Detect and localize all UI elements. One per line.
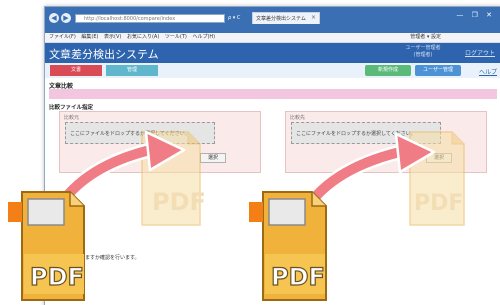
- source-file-pane: 比較元 ここにファイルをドロップするか選択してください。 選択: [59, 111, 261, 173]
- browser-window: ◀ ▶ http://localhost:8000/compare/index …: [44, 6, 500, 305]
- target-pane-label: 比較先: [290, 115, 306, 121]
- source-select-button[interactable]: 選択: [200, 153, 226, 163]
- menu-file[interactable]: ファイル(F): [49, 33, 76, 42]
- user-info: ユーザー管理者 (管理者): [393, 45, 453, 60]
- app-title: 文章差分検出システム: [49, 48, 159, 61]
- nav-tab-documents[interactable]: 文書: [50, 65, 102, 76]
- address-controls[interactable]: ρ ▾ C: [228, 14, 240, 23]
- menu-edit[interactable]: 編集(E): [81, 33, 98, 42]
- tab-close-icon[interactable]: ×: [311, 12, 316, 24]
- menubar-right[interactable]: 管理者 ▾ 設定: [410, 33, 441, 42]
- browser-tab[interactable]: 文章差分検出システム: [252, 12, 320, 24]
- help-link[interactable]: ヘルプ: [479, 67, 497, 76]
- target-file-pane: 比較先 ここにファイルをドロップするか選択してください。 選択: [285, 111, 487, 173]
- user-admin-button[interactable]: ユーザー管理: [415, 65, 461, 76]
- option-label: オプション: [49, 202, 75, 208]
- browser-titlebar: ◀ ▶ http://localhost:8000/compare/index …: [45, 7, 500, 33]
- window-controls[interactable]: — ❐ ✕: [456, 11, 495, 19]
- new-button[interactable]: 新規作成: [365, 65, 411, 76]
- user-name: ユーザー管理者: [405, 45, 441, 51]
- screenshot-stage: ◀ ▶ http://localhost:8000/compare/index …: [0, 0, 500, 305]
- menu-view[interactable]: 表示(V): [104, 33, 121, 42]
- app-nav: 文書 管理 新規作成 ユーザー管理 ヘルプ: [45, 63, 500, 79]
- menu-favorites[interactable]: お気に入り(A): [127, 33, 159, 42]
- nav-tab-admin[interactable]: 管理: [106, 65, 158, 76]
- target-drop-zone[interactable]: ここにファイルをドロップするか選択してください。: [291, 122, 441, 144]
- app-header: 文章差分検出システム ユーザー管理者 (管理者) ログアウト: [45, 43, 500, 63]
- run-confirm-text: 比較を実行しますか確認を行います。: [55, 255, 140, 261]
- user-role: (管理者): [413, 52, 433, 58]
- menu-tools[interactable]: ツール(T): [165, 33, 187, 42]
- forward-icon[interactable]: ▶: [61, 13, 71, 23]
- source-drop-zone[interactable]: ここにファイルをドロップするか選択してください。: [65, 122, 215, 144]
- address-bar[interactable]: http://localhost:8000/compare/index: [75, 14, 225, 23]
- notice-banner: [49, 89, 497, 99]
- browser-menubar: ファイル(F) 編集(E) 表示(V) お気に入り(A) ツール(T) ヘルプ(…: [45, 33, 500, 43]
- main-content: 文章比較 比較ファイル指定 比較元 ここにファイルをドロップするか選択してくださ…: [45, 78, 500, 305]
- logout-link[interactable]: ログアウト: [465, 48, 495, 57]
- back-icon[interactable]: ◀: [49, 13, 59, 23]
- menu-help[interactable]: ヘルプ(H): [192, 33, 215, 42]
- source-pane-label: 比較元: [64, 115, 80, 121]
- section-title: 比較ファイル指定: [49, 105, 94, 111]
- target-select-button[interactable]: 選択: [426, 153, 452, 163]
